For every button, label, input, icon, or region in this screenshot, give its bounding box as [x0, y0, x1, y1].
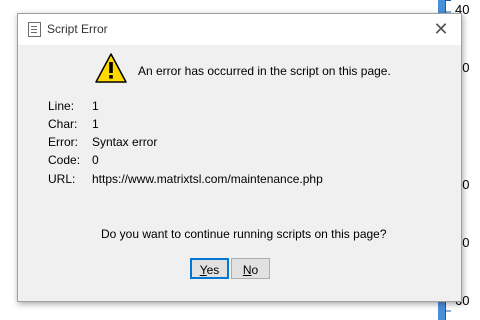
error-value: Syntax error [92, 135, 158, 149]
close-button[interactable]: ✕ [429, 18, 453, 40]
line-label: Line: [48, 99, 75, 113]
script-error-dialog: Script Error ✕ An error has occurred in … [17, 13, 462, 302]
dialog-title: Script Error [47, 22, 108, 36]
code-value: 0 [92, 153, 99, 167]
document-icon [28, 22, 41, 37]
no-button[interactable]: No [231, 258, 270, 279]
error-label: Error: [48, 135, 78, 149]
line-value: 1 [92, 99, 99, 113]
code-label: Code: [48, 153, 81, 167]
char-value: 1 [92, 117, 99, 131]
error-message: An error has occurred in the script on t… [138, 64, 391, 78]
url-label: URL: [48, 172, 76, 186]
url-value: https://www.matrixtsl.com/maintenance.ph… [92, 172, 323, 186]
no-label-rest: o [251, 263, 259, 277]
close-icon: ✕ [433, 19, 449, 39]
yes-button[interactable]: Yes [190, 258, 229, 279]
dialog-titlebar[interactable]: Script Error ✕ [18, 14, 461, 45]
warning-icon [95, 53, 127, 83]
continue-question: Do you want to continue running scripts … [101, 227, 387, 241]
char-label: Char: [48, 117, 78, 131]
yes-label-rest: es [206, 263, 220, 277]
yes-mnemonic: Y [199, 263, 207, 277]
